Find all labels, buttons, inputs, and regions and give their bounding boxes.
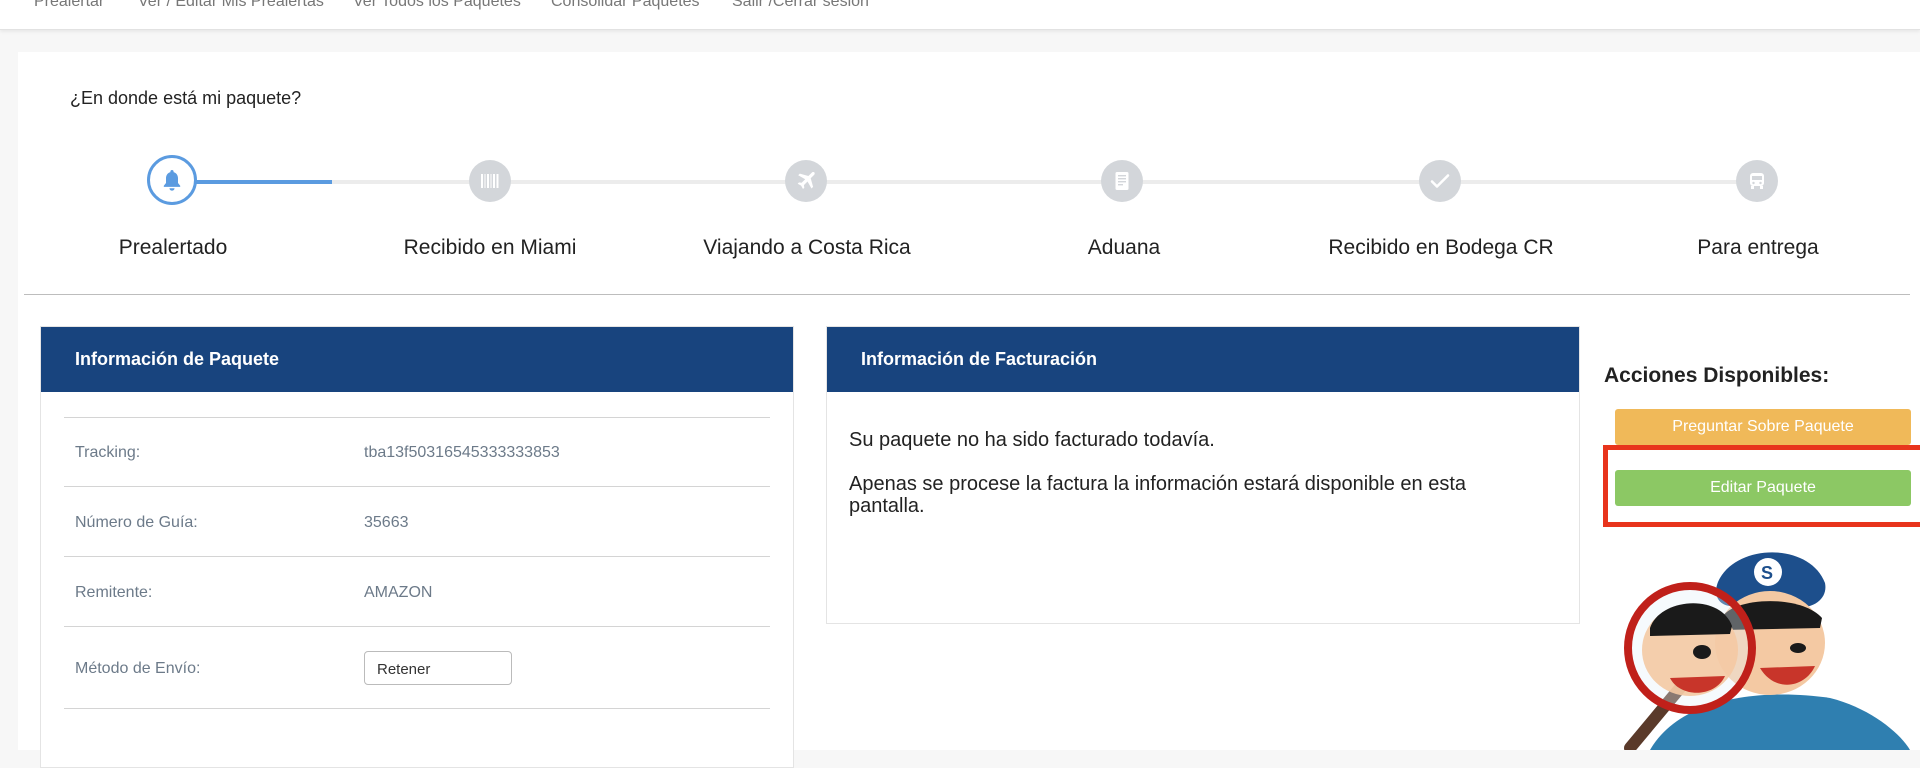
divider <box>24 294 1910 295</box>
billing-info-panel: Información de Facturación Su paquete no… <box>826 326 1580 624</box>
step-label-viajando: Viajando a Costa Rica <box>703 236 911 259</box>
step-label-aduana: Aduana <box>1087 236 1161 259</box>
billing-message-1: Su paquete no ha sido facturado todavía. <box>849 429 1215 451</box>
step-label-prealertado: Prealertado <box>118 236 228 259</box>
step-prealertado <box>147 155 197 205</box>
package-info-header: Información de Paquete <box>41 327 793 392</box>
ask-about-package-button[interactable]: Preguntar Sobre Paquete <box>1615 409 1911 445</box>
actions-title: Acciones Disponibles: <box>1604 364 1830 387</box>
step-viajando <box>785 160 827 202</box>
step-recibido-miami <box>469 160 511 202</box>
row-divider <box>64 626 770 627</box>
row-divider <box>64 556 770 557</box>
tracking-label: Tracking: <box>75 444 141 461</box>
nav-ver-todos-paquetes[interactable]: Ver Todos los Paquetes <box>353 0 521 11</box>
row-divider <box>64 417 770 418</box>
package-info-title: Información de Paquete <box>75 349 280 369</box>
svg-text:S: S <box>1761 563 1773 583</box>
step-para-entrega <box>1736 160 1778 202</box>
bell-icon <box>163 170 181 191</box>
progress-track <box>172 180 1758 184</box>
billing-message-2: Apenas se procese la factura la informac… <box>849 473 1467 517</box>
step-label-para-entrega: Para entrega <box>1697 236 1819 259</box>
airplane-icon <box>797 171 815 189</box>
row-divider <box>64 708 770 709</box>
metodo-envio-select[interactable]: Retener <box>364 651 512 685</box>
bus-icon <box>1750 173 1764 189</box>
nav-prealertar[interactable]: Prealertar <box>34 0 104 11</box>
package-info-panel: Información de Paquete Tracking: tba13f5… <box>40 326 794 768</box>
tracking-value: tba13f50316545333333853 <box>364 444 560 461</box>
billing-info-header: Información de Facturación <box>827 327 1579 392</box>
mascot-magnifier-illustration: S <box>1624 552 1910 750</box>
checkmark-icon <box>1430 174 1450 188</box>
step-label-recibido-miami: Recibido en Miami <box>403 236 577 259</box>
remitente-label: Remitente: <box>75 584 153 601</box>
top-navigation: Prealertar Ver / Editar Mis Prealertas V… <box>0 0 1920 30</box>
row-divider <box>64 486 770 487</box>
highlight-box <box>1603 445 1920 527</box>
step-bodega-cr <box>1419 160 1461 202</box>
tracker-title: ¿En donde está mi paquete? <box>70 88 302 108</box>
remitente-value: AMAZON <box>364 584 433 601</box>
metodo-envio-label: Método de Envío: <box>75 660 201 677</box>
barcode-icon <box>481 174 499 188</box>
nav-ver-editar-prealertas[interactable]: Ver / Editar Mis Prealertas <box>138 0 324 11</box>
nav-consolidar-paquetes[interactable]: Consolidar Paquetes <box>551 0 700 11</box>
nav-salir[interactable]: Salir /Cerrar sesion <box>732 0 869 11</box>
guia-value: 35663 <box>364 514 409 531</box>
document-icon <box>1115 172 1129 190</box>
billing-info-title: Información de Facturación <box>861 349 1098 369</box>
step-label-bodega-cr: Recibido en Bodega CR <box>1328 236 1554 259</box>
guia-label: Número de Guía: <box>75 514 198 531</box>
step-aduana <box>1101 160 1143 202</box>
